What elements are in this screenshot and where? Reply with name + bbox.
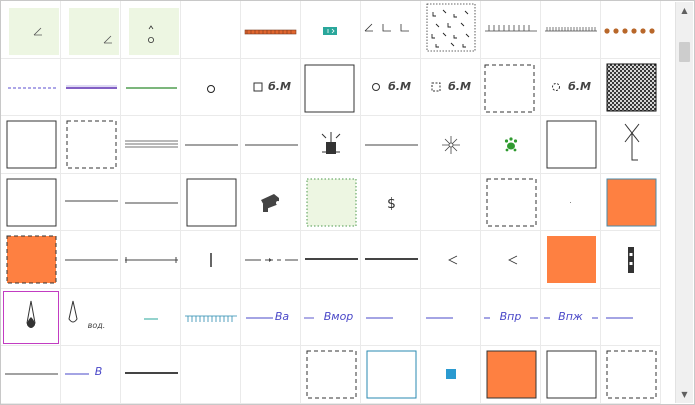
symbol-cell[interactable] <box>1 58 61 116</box>
symbol-cell[interactable] <box>121 231 181 289</box>
scroll-down-icon[interactable]: ▼ <box>676 386 693 403</box>
symbol-cell[interactable] <box>361 116 421 174</box>
symbol-cell[interactable] <box>181 346 241 404</box>
vertical-scrollbar[interactable]: ▲ ▼ <box>675 2 693 403</box>
symbol-cell[interactable] <box>421 346 481 404</box>
symbol-cell[interactable] <box>181 288 241 346</box>
symbol-cell[interactable] <box>361 346 421 404</box>
symbol-cell[interactable] <box>121 1 181 59</box>
symbol-cell[interactable] <box>361 231 421 289</box>
symbol-cell[interactable] <box>541 116 601 174</box>
symbol-cell[interactable] <box>301 116 361 174</box>
symbol-cell[interactable] <box>541 1 601 59</box>
symbol-label: В <box>94 365 103 378</box>
symbol-cell[interactable] <box>181 173 241 231</box>
symbol-label: Вмор <box>323 309 354 323</box>
symbol-cell[interactable] <box>601 288 661 346</box>
symbol-cell[interactable] <box>301 346 361 404</box>
symbol-cell[interactable] <box>1 116 61 174</box>
symbol-cell[interactable] <box>601 231 661 289</box>
symbol-cell[interactable] <box>601 116 661 174</box>
symbol-grid: б.М б.М б.М б.М $ вод. Ва Вмор Впр Впж В <box>1 1 673 404</box>
symbol-cell[interactable] <box>541 173 601 231</box>
symbol-cell[interactable] <box>421 1 481 59</box>
symbol-cell[interactable]: Вмор <box>301 288 361 346</box>
symbol-cell[interactable] <box>121 173 181 231</box>
symbol-label: Впр <box>499 309 522 323</box>
symbol-cell[interactable] <box>61 58 121 116</box>
symbol-label: б.М <box>388 79 411 93</box>
symbol-cell[interactable] <box>301 231 361 289</box>
symbol-cell[interactable] <box>481 58 541 116</box>
symbol-cell[interactable]: б.М <box>421 58 481 116</box>
symbol-cell[interactable] <box>241 173 301 231</box>
symbol-cell[interactable] <box>301 58 361 116</box>
symbol-cell[interactable] <box>601 1 661 59</box>
symbol-cell[interactable] <box>481 116 541 174</box>
symbol-label: вод. <box>87 320 106 330</box>
symbol-cell[interactable]: б.М <box>361 58 421 116</box>
symbol-cell[interactable]: б.М <box>241 58 301 116</box>
symbol-cell[interactable] <box>121 58 181 116</box>
symbol-cell[interactable] <box>1 231 61 289</box>
symbol-cell[interactable] <box>61 1 121 59</box>
symbol-cell[interactable] <box>1 1 61 59</box>
symbol-cell[interactable] <box>61 116 121 174</box>
symbol-cell[interactable] <box>121 346 181 404</box>
symbol-cell[interactable] <box>181 231 241 289</box>
symbol-cell-selected[interactable] <box>1 288 61 346</box>
symbol-cell[interactable] <box>121 116 181 174</box>
symbol-cell[interactable] <box>541 346 601 404</box>
symbol-cell[interactable] <box>481 346 541 404</box>
symbol-cell[interactable] <box>601 58 661 116</box>
symbol-cell[interactable] <box>601 346 661 404</box>
symbol-cell[interactable] <box>421 173 481 231</box>
symbol-cell[interactable] <box>1 173 61 231</box>
symbol-cell[interactable] <box>421 116 481 174</box>
symbol-cell[interactable] <box>241 1 301 59</box>
symbol-cell[interactable] <box>301 173 361 231</box>
symbol-cell[interactable] <box>421 288 481 346</box>
svg-text:$: $ <box>387 196 396 212</box>
symbol-cell[interactable] <box>61 173 121 231</box>
symbol-cell[interactable]: Ва <box>241 288 301 346</box>
symbol-label: б.М <box>268 79 291 93</box>
symbol-cell[interactable]: б.М <box>541 58 601 116</box>
symbol-cell[interactable]: Впж <box>541 288 601 346</box>
symbol-cell[interactable] <box>601 173 661 231</box>
symbol-cell[interactable] <box>301 1 361 59</box>
symbol-cell[interactable] <box>241 116 301 174</box>
symbol-cell[interactable] <box>181 1 241 59</box>
symbol-label: Ва <box>274 309 290 323</box>
symbol-cell[interactable] <box>61 231 121 289</box>
symbol-cell[interactable]: Впр <box>481 288 541 346</box>
symbol-cell[interactable] <box>481 1 541 59</box>
symbol-cell[interactable] <box>121 288 181 346</box>
symbol-cell[interactable] <box>421 231 481 289</box>
symbol-cell[interactable] <box>541 231 601 289</box>
symbol-cell[interactable]: $ <box>361 173 421 231</box>
symbol-cell[interactable] <box>181 58 241 116</box>
symbol-cell[interactable] <box>181 116 241 174</box>
symbol-cell[interactable] <box>241 346 301 404</box>
symbol-cell[interactable] <box>361 288 421 346</box>
symbol-cell[interactable] <box>361 1 421 59</box>
symbol-cell[interactable]: В <box>61 346 121 404</box>
symbol-cell[interactable] <box>1 346 61 404</box>
scroll-thumb[interactable] <box>679 42 690 62</box>
symbol-cell[interactable] <box>481 173 541 231</box>
symbol-cell[interactable]: вод. <box>61 288 121 346</box>
symbol-label: Впж <box>558 309 583 323</box>
symbol-palette-window: б.М б.М б.М б.М $ вод. Ва Вмор Впр Впж В… <box>0 0 695 405</box>
scroll-up-icon[interactable]: ▲ <box>676 2 693 19</box>
symbol-label: б.М <box>448 79 471 93</box>
symbol-label: б.М <box>568 79 591 93</box>
symbol-cell[interactable] <box>241 231 301 289</box>
symbol-cell[interactable] <box>481 231 541 289</box>
